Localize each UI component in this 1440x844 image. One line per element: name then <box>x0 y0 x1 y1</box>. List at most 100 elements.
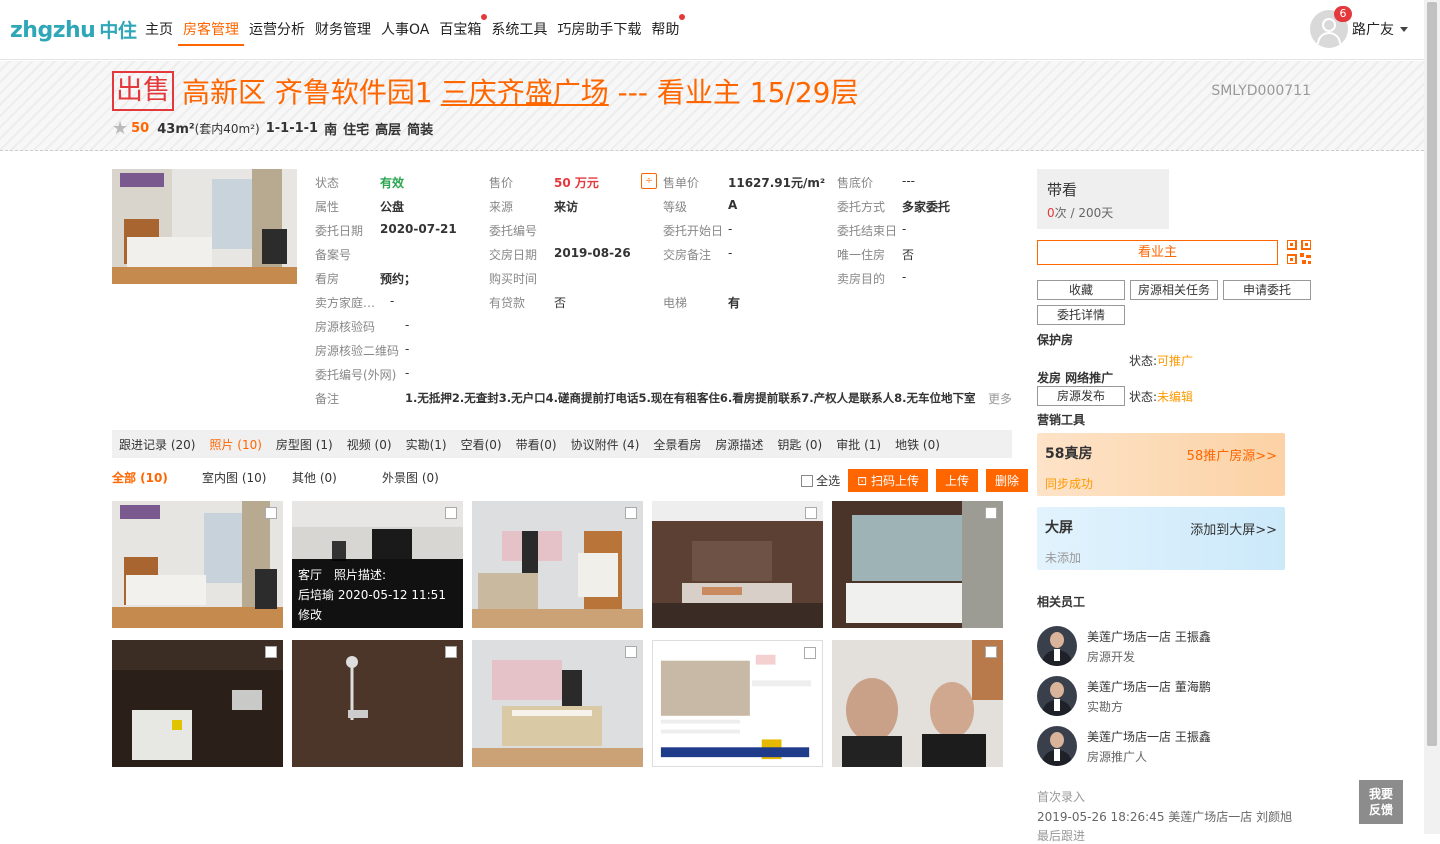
avatar-face <box>1050 682 1064 698</box>
subtab-item[interactable]: 室内图 (10) <box>202 469 292 486</box>
photo-checkbox[interactable] <box>985 507 997 519</box>
nav-item-label: 百宝箱 <box>439 22 482 38</box>
logo[interactable]: zhgzhu 中住 <box>10 16 137 43</box>
58-promote-link[interactable]: 58推广房源>> <box>1187 445 1277 464</box>
staff-role: 实勘方 <box>1087 700 1124 714</box>
photo-checkbox[interactable] <box>445 646 457 658</box>
photo-item[interactable] <box>832 640 1003 767</box>
main-photo[interactable] <box>112 169 297 284</box>
publish-button[interactable]: 房源发布 <box>1037 386 1125 406</box>
nav-item[interactable]: 财务管理 <box>310 20 376 46</box>
calculator-icon[interactable]: ÷ <box>641 173 657 189</box>
viewing-label: 看房 <box>315 272 340 286</box>
more-link[interactable]: 更多 <box>988 390 1012 407</box>
photo-checkbox[interactable] <box>265 646 277 658</box>
tab-item[interactable]: 空看(0) <box>461 436 502 453</box>
chevron-down-icon[interactable] <box>1400 26 1408 32</box>
listing-code: SMLYD000711 <box>1211 83 1311 99</box>
select-all-checkbox[interactable] <box>801 474 814 487</box>
subtab-item[interactable]: 其他 (0) <box>292 469 382 486</box>
verify-code-label: 房源核验码 <box>315 320 376 334</box>
nav-item-label: 运营分析 <box>249 22 305 38</box>
tab-item[interactable]: 视频 (0) <box>347 436 392 453</box>
scrollbar-thumb[interactable] <box>1427 2 1437 746</box>
photo-item[interactable] <box>652 640 823 767</box>
notification-badge[interactable]: 6 <box>1334 6 1352 22</box>
big-screen-card[interactable]: 大屏 添加到大屏>> 未添加 <box>1037 507 1285 570</box>
tab-item[interactable]: 带看(0) <box>516 436 557 453</box>
nav-item[interactable]: 人事OA <box>376 20 434 46</box>
tab-item[interactable]: 全景看房 <box>653 436 701 453</box>
tab-item[interactable]: 房型图 (1) <box>276 436 333 453</box>
avatar[interactable]: 6 <box>1310 6 1352 48</box>
layout: 1-1-1-1 <box>265 121 319 136</box>
tab-item[interactable]: 审批 (1) <box>836 436 881 453</box>
photo-item[interactable] <box>472 640 643 767</box>
protect-status: 状态:可推广 <box>1129 352 1193 369</box>
tab-item[interactable]: 跟进记录 (20) <box>119 436 195 453</box>
tab-item[interactable]: 地铁 (0) <box>895 436 940 453</box>
community-link[interactable]: 三庆齐盛广场 <box>441 71 609 111</box>
subtab-item[interactable]: 外景图 (0) <box>382 469 472 486</box>
first-entry-value: 2019-05-26 18:26:45 美莲广场店一店 刘颜旭 <box>1037 810 1293 824</box>
overlay-meta: 后培瑜 2020-05-12 11:51 <box>298 588 446 602</box>
photo-item[interactable] <box>112 640 283 767</box>
nav-item[interactable]: 巧房助手下载 <box>552 20 646 46</box>
staff-name: 美莲广场店一店 董海鹏 <box>1087 680 1211 694</box>
photo-item[interactable] <box>292 640 463 767</box>
nav-item[interactable]: 主页 <box>140 20 178 46</box>
tab-item[interactable]: 照片 (10) <box>209 436 261 453</box>
edit-link[interactable]: 修改 <box>298 605 457 625</box>
photo-item[interactable]: 客厅 照片描述: 后培瑜 2020-05-12 11:51 修改 <box>292 501 463 628</box>
photo-checkbox[interactable] <box>985 646 997 658</box>
user-name[interactable]: 路广友 <box>1352 19 1394 39</box>
entrust-no-ext-value: - <box>405 366 410 380</box>
subtab-item[interactable]: 全部 (10) <box>112 469 202 486</box>
star-icon[interactable]: ★ <box>112 118 128 139</box>
nav-item[interactable]: 运营分析 <box>244 20 310 46</box>
nav-item[interactable]: 房客管理 <box>178 20 244 46</box>
look-owner-button[interactable]: 看业主 <box>1037 240 1278 265</box>
photo-item[interactable] <box>112 501 283 628</box>
tab-item[interactable]: 钥匙 (0) <box>777 436 822 453</box>
photo-item[interactable] <box>472 501 643 628</box>
qr-code-icon[interactable] <box>1287 240 1311 264</box>
photo-checkbox[interactable] <box>445 507 457 519</box>
scan-upload-button[interactable]: ⊡ 扫码上传 <box>848 469 928 492</box>
photo-checkbox[interactable] <box>625 646 637 658</box>
photo-checkbox[interactable] <box>625 507 637 519</box>
elevator-label: 电梯 <box>663 296 688 310</box>
photo-checkbox[interactable] <box>805 507 817 519</box>
tab-item[interactable]: 房源描述 <box>715 436 763 453</box>
select-all-label[interactable]: 全选 <box>816 472 840 489</box>
nav-item[interactable]: 百宝箱 <box>434 14 488 46</box>
score: 50 <box>131 121 150 136</box>
family-value: - <box>390 294 395 308</box>
photo-item[interactable] <box>652 501 823 628</box>
floor-price-label: 售底价 <box>837 176 874 190</box>
side-panel: 带看 0次 / 200天 看业主 收藏 房源相关任务 申请委托 委托详情 保护房… <box>1037 169 1317 843</box>
grade-value: A <box>728 198 738 212</box>
favorite-button[interactable]: 收藏 <box>1037 280 1125 300</box>
photo-checkbox[interactable] <box>265 507 277 519</box>
bedroom-image <box>112 169 297 284</box>
listing-title: 出售 高新区 齐鲁软件园1 三庆齐盛广场 --- 看业主 15/29层 <box>112 71 858 111</box>
upload-button[interactable]: 上传 <box>935 469 978 492</box>
nav-item[interactable]: 帮助 <box>646 14 686 46</box>
tab-item[interactable]: 实勘(1) <box>406 436 447 453</box>
58-card[interactable]: 58真房 58推广房源>> 同步成功 <box>1037 433 1285 496</box>
nav-item[interactable]: 系统工具 <box>486 20 552 46</box>
feedback-button[interactable]: 我要 反馈 <box>1359 780 1403 824</box>
area-name: 齐鲁软件园1 <box>274 76 433 109</box>
entrust-detail-button[interactable]: 委托详情 <box>1037 305 1125 325</box>
user-menu[interactable]: 6 路广友 <box>1310 6 1408 48</box>
photo-item[interactable] <box>832 501 1003 628</box>
decor: 简装 <box>407 123 434 138</box>
tasks-button[interactable]: 房源相关任务 <box>1130 280 1218 300</box>
scrollbar[interactable] <box>1424 0 1440 834</box>
delete-button[interactable]: 删除 <box>985 469 1028 492</box>
photo-checkbox[interactable] <box>804 647 816 659</box>
big-screen-link[interactable]: 添加到大屏>> <box>1190 519 1277 538</box>
apply-entrust-button[interactable]: 申请委托 <box>1223 280 1311 300</box>
tab-item[interactable]: 协议附件 (4) <box>571 436 640 453</box>
